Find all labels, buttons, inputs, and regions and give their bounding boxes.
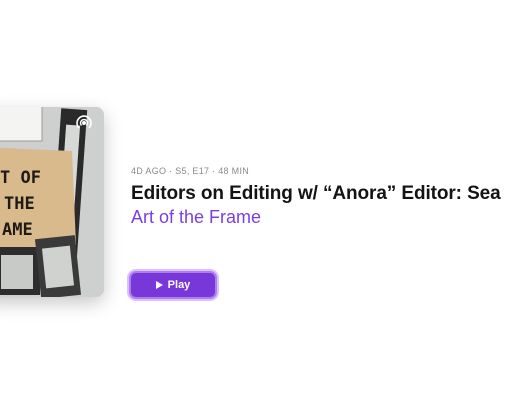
episode-title[interactable]: Editors on Editing w/ “Anora” Editor: Se… [131, 183, 501, 205]
cover-text-line-3: AME [2, 220, 33, 240]
play-icon [155, 281, 163, 289]
cover-artwork: T OF THE AME [0, 107, 104, 297]
show-link[interactable]: Art of the Frame [131, 207, 261, 228]
episode-cover-art[interactable]: T OF THE AME [0, 107, 104, 297]
play-button-label: Play [167, 279, 191, 291]
episode-meta: 4D AGO · S5, E17 · 48 MIN [131, 166, 250, 176]
episode-page: T OF THE AME 4D AGO · S5, E17 · 48 MIN E… [0, 0, 520, 400]
cover-text-line-2: THE [4, 194, 35, 214]
play-button[interactable]: Play [129, 271, 217, 299]
cover-text-line-1: T OF [0, 168, 41, 188]
